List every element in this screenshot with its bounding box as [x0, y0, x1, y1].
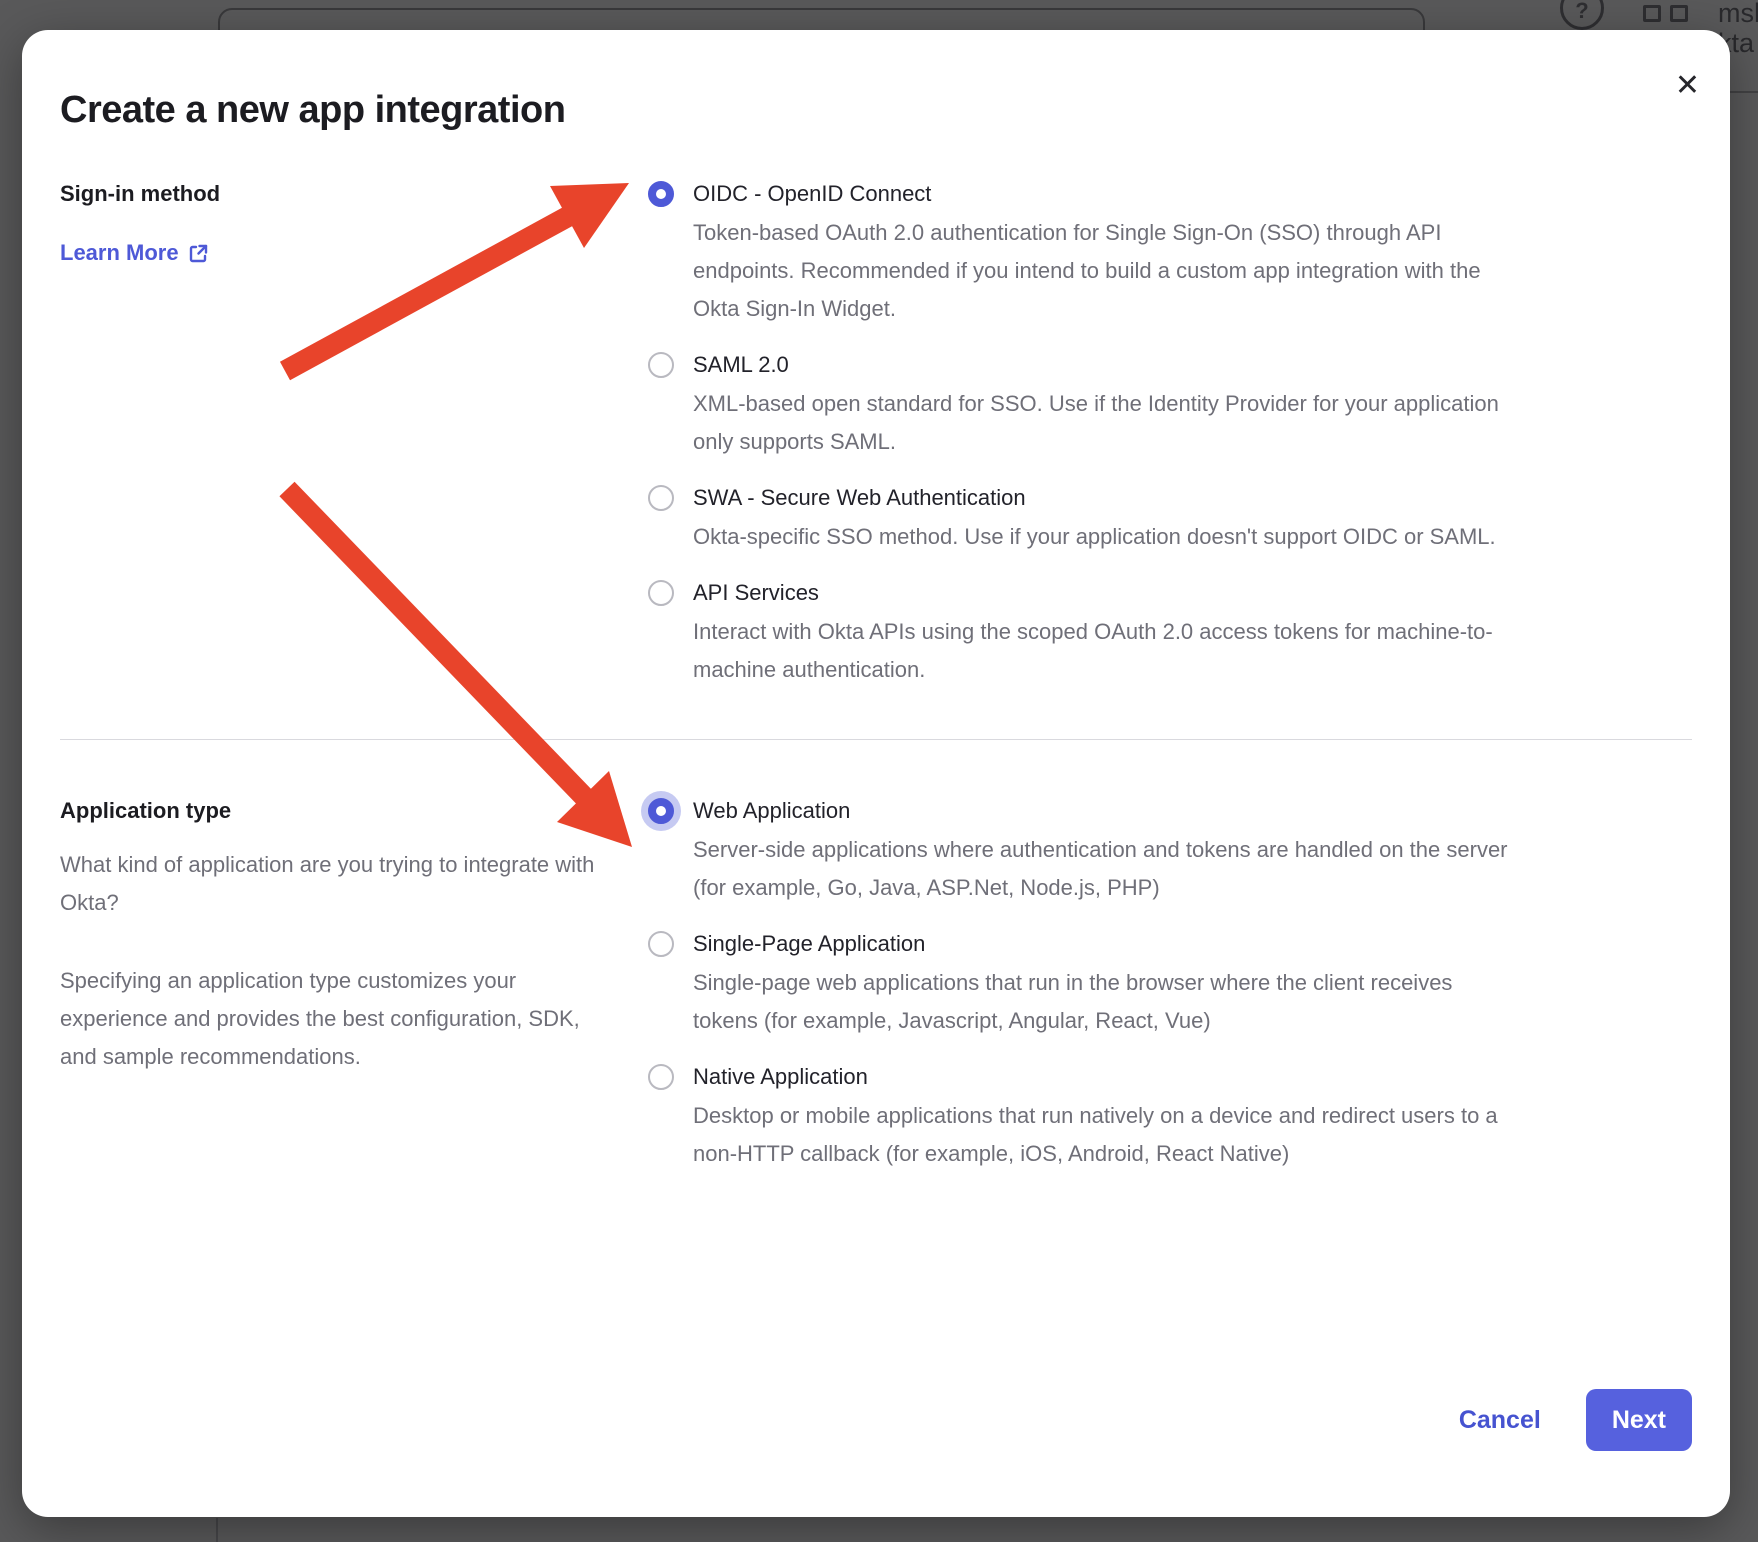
- option-description: Single-page web applications that run in…: [693, 964, 1513, 1040]
- apptype-option-single-page-application[interactable]: Single-Page Application Single-page web …: [648, 924, 1692, 1040]
- apps-grid-square: [1670, 5, 1688, 22]
- signin-option-swa[interactable]: SWA - Secure Web Authentication Okta-spe…: [648, 478, 1692, 556]
- signin-option-api-services[interactable]: API Services Interact with Okta APIs usi…: [648, 573, 1692, 689]
- option-label: OIDC - OpenID Connect: [693, 174, 1513, 214]
- radio-saml-2-0[interactable]: [648, 352, 674, 378]
- learn-more-link[interactable]: Learn More: [60, 233, 209, 273]
- option-label: Single-Page Application: [693, 924, 1513, 964]
- option-description: Desktop or mobile applications that run …: [693, 1097, 1513, 1173]
- option-label: Web Application: [693, 791, 1513, 831]
- application-type-heading: Application type: [60, 791, 648, 831]
- dialog-title: Create a new app integration: [60, 86, 1692, 134]
- radio-single-page-application[interactable]: [648, 931, 674, 957]
- signin-option-saml[interactable]: SAML 2.0 XML-based open standard for SSO…: [648, 345, 1692, 461]
- dialog-footer: Cancel Next: [60, 1389, 1692, 1451]
- option-description: XML-based open standard for SSO. Use if …: [693, 385, 1513, 461]
- help-icon: ?: [1560, 0, 1604, 30]
- section-divider: [60, 739, 1692, 740]
- signin-method-left-column: Sign-in method Learn More: [60, 174, 648, 706]
- option-description: Token-based OAuth 2.0 authentication for…: [693, 214, 1513, 328]
- account-text-line: msh: [1718, 0, 1758, 28]
- cancel-button[interactable]: Cancel: [1459, 1406, 1541, 1435]
- radio-api-services[interactable]: [648, 580, 674, 606]
- option-label: SAML 2.0: [693, 345, 1513, 385]
- apps-grid-square: [1643, 5, 1661, 22]
- apptype-option-web-application[interactable]: Web Application Server-side applications…: [648, 791, 1692, 907]
- signin-method-section: Sign-in method Learn More OIDC - OpenID …: [60, 174, 1692, 706]
- radio-native-application[interactable]: [648, 1064, 674, 1090]
- option-label: API Services: [693, 573, 1513, 613]
- next-button[interactable]: Next: [1586, 1389, 1692, 1451]
- signin-option-oidc[interactable]: OIDC - OpenID Connect Token-based OAuth …: [648, 174, 1692, 328]
- application-type-options: Web Application Server-side applications…: [648, 791, 1692, 1190]
- option-label: SWA - Secure Web Authentication: [693, 478, 1496, 518]
- background-divider: [1730, 91, 1758, 93]
- apptype-option-native-application[interactable]: Native Application Desktop or mobile app…: [648, 1057, 1692, 1173]
- option-description: Server-side applications where authentic…: [693, 831, 1513, 907]
- radio-swa-secure-web-authentication[interactable]: [648, 485, 674, 511]
- application-type-question: What kind of application are you trying …: [60, 846, 625, 922]
- background-divider: [216, 1518, 218, 1542]
- external-link-icon: [188, 243, 209, 264]
- option-description: Okta-specific SSO method. Use if your ap…: [693, 518, 1496, 556]
- application-type-left-column: Application type What kind of applicatio…: [60, 791, 648, 1190]
- create-app-integration-dialog: ✕ Create a new app integration Sign-in m…: [22, 30, 1730, 1517]
- option-description: Interact with Okta APIs using the scoped…: [693, 613, 1513, 689]
- close-icon[interactable]: ✕: [1675, 70, 1700, 102]
- apps-grid-icon: [1643, 5, 1688, 22]
- signin-method-options: OIDC - OpenID Connect Token-based OAuth …: [648, 174, 1692, 706]
- learn-more-label: Learn More: [60, 233, 179, 273]
- application-type-note: Specifying an application type customize…: [60, 962, 580, 1076]
- option-label: Native Application: [693, 1057, 1513, 1097]
- signin-method-heading: Sign-in method: [60, 174, 648, 214]
- radio-oidc-openid-connect[interactable]: [648, 181, 674, 207]
- application-type-section: Application type What kind of applicatio…: [60, 791, 1692, 1190]
- radio-web-application[interactable]: [648, 798, 674, 824]
